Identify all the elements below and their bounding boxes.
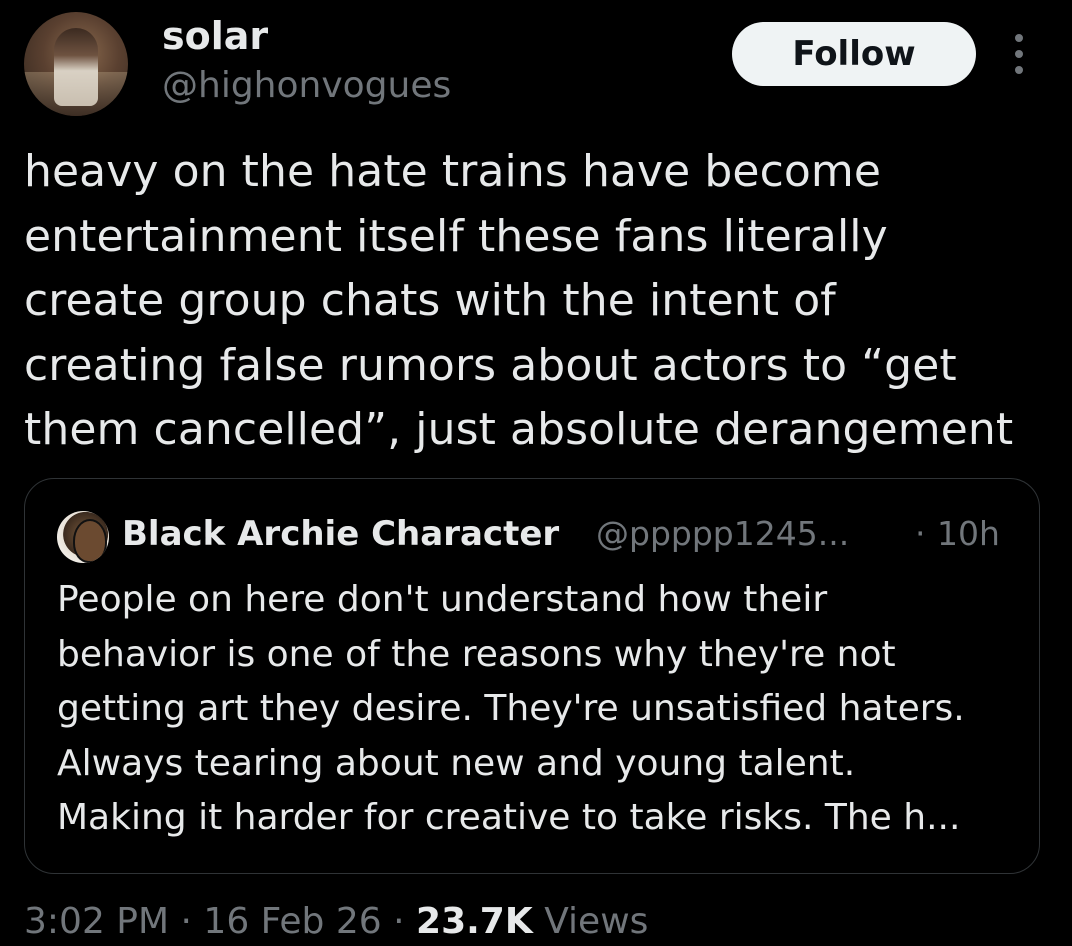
views-count: 23.7K: [416, 901, 533, 942]
quote-text: People on here don't understand how thei…: [57, 579, 965, 838]
quoted-tweet-card[interactable]: Black Archie Character @ppppp1245... · 1…: [24, 478, 1040, 874]
quote-separator: ·: [915, 514, 926, 553]
tweet-date[interactable]: 16 Feb 26: [203, 901, 381, 942]
more-options-icon[interactable]: [1008, 34, 1030, 74]
quote-author-name: Black Archie Character: [122, 514, 560, 554]
meta-separator: ·: [180, 901, 192, 942]
author-avatar[interactable]: [24, 12, 128, 116]
more-dot: [1015, 50, 1023, 58]
quote-timestamp: 10h: [937, 514, 1000, 553]
author-handle[interactable]: @highonvogues: [162, 64, 451, 108]
author-display-name[interactable]: solar: [162, 14, 268, 58]
avatar-figure: [54, 28, 98, 106]
quote-avatar-face: [73, 519, 107, 563]
quote-author-handle: @ppppp1245...: [596, 514, 850, 553]
follow-button[interactable]: Follow: [732, 22, 976, 86]
tweet-meta: 3:02 PM · 16 Feb 26 · 23.7K Views: [24, 898, 648, 946]
tweet-text: heavy on the hate trains have become ent…: [24, 146, 1014, 455]
meta-separator: ·: [393, 901, 405, 942]
more-dot: [1015, 34, 1023, 42]
quote-author-avatar: [57, 511, 109, 563]
tweet-time[interactable]: 3:02 PM: [24, 901, 169, 942]
views-label: Views: [544, 901, 649, 942]
more-dot: [1015, 66, 1023, 74]
